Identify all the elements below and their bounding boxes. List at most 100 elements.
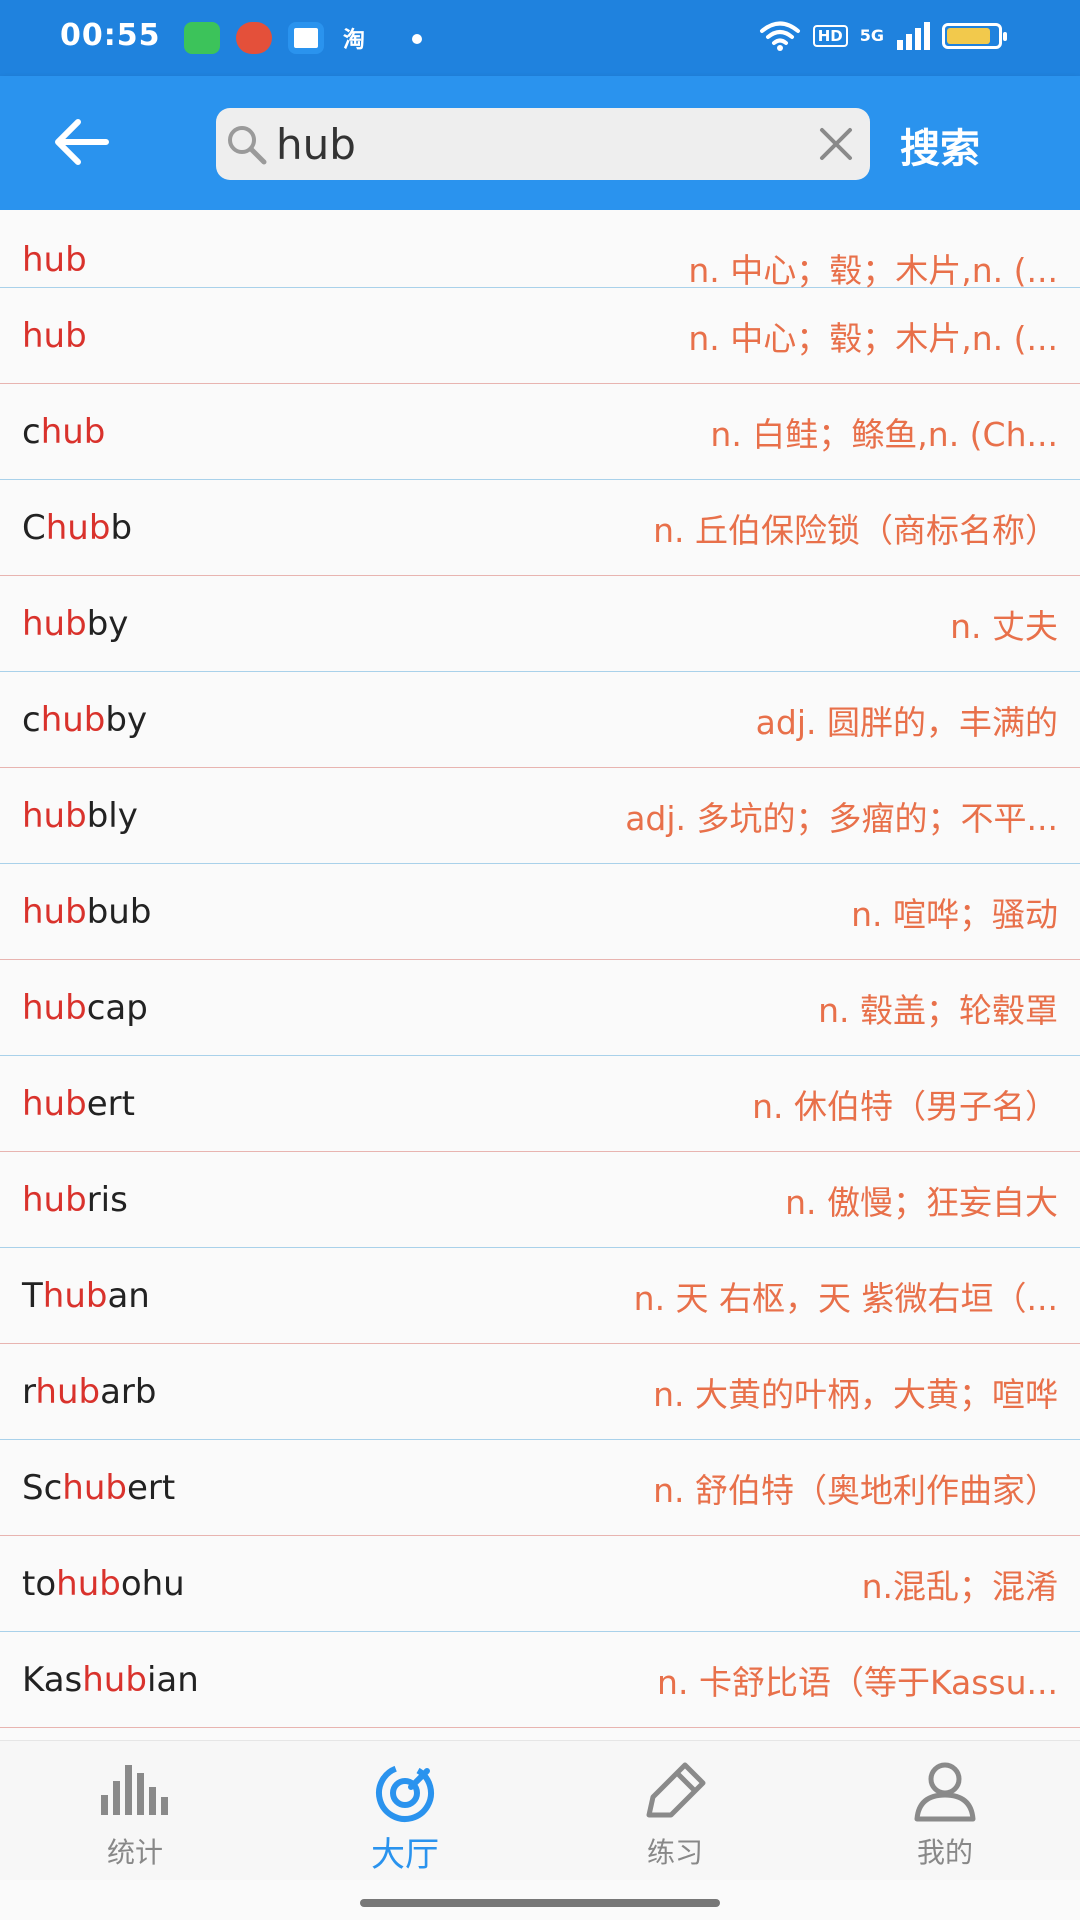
word-match-highlight: hub bbox=[82, 1659, 147, 1700]
result-row[interactable]: hubbly adj. 多坑的；多瘤的；不平... bbox=[0, 768, 1080, 864]
network-5g-label: 5G bbox=[859, 26, 884, 45]
word-suffix: b bbox=[110, 507, 133, 548]
word-match-highlight: hub bbox=[35, 1371, 101, 1412]
back-arrow-icon[interactable] bbox=[50, 116, 110, 168]
search-input[interactable] bbox=[276, 116, 776, 172]
result-meaning: n. 中心；毂；木片,n. (... bbox=[688, 318, 1058, 358]
search-app-bar: 搜索 bbox=[0, 76, 1080, 210]
nav-item-practice[interactable]: 练习 bbox=[540, 1741, 810, 1881]
result-meaning: n. 丘伯保险锁（商标名称） bbox=[653, 510, 1058, 550]
result-meaning: n. 喧哗；骚动 bbox=[851, 894, 1058, 934]
result-meaning: adj. 多坑的；多瘤的；不平... bbox=[625, 798, 1058, 838]
nav-item-stats[interactable]: 统计 bbox=[0, 1741, 270, 1881]
search-results-list[interactable]: hub n. 中心；毂；木片,n. (... hub n. 中心；毂；木片,n. (.… bbox=[0, 210, 1080, 1740]
result-meaning: n.混乱；混淆 bbox=[861, 1566, 1058, 1606]
word-match-highlight: hub bbox=[22, 240, 87, 280]
word-prefix: Sc bbox=[22, 1467, 63, 1508]
result-row[interactable]: Kashubian n. 卡舒比语（等于Kassu... bbox=[0, 1632, 1080, 1728]
word-suffix: ris bbox=[86, 1179, 128, 1220]
result-row[interactable]: hubris n. 傲慢；狂妄自大 bbox=[0, 1152, 1080, 1248]
result-row[interactable]: hub n. 中心；毂；木片,n. (... bbox=[0, 288, 1080, 384]
nav-label-practice: 练习 bbox=[646, 1836, 703, 1869]
nav-item-mine[interactable]: 我的 bbox=[810, 1741, 1080, 1881]
app-notification-icon-red bbox=[236, 22, 272, 54]
search-button[interactable]: 搜索 bbox=[900, 116, 980, 174]
word-suffix: ohu bbox=[120, 1563, 185, 1604]
word-suffix: by bbox=[86, 603, 129, 644]
word-prefix: r bbox=[22, 1371, 36, 1412]
result-meaning: n. 天 右枢，天 紫微右垣（... bbox=[633, 1278, 1058, 1318]
status-indicators: HD 5G bbox=[759, 20, 1007, 52]
clear-search-icon[interactable] bbox=[816, 124, 856, 164]
wifi-icon bbox=[759, 21, 800, 51]
word-suffix: bly bbox=[86, 795, 138, 836]
word-match-highlight: hub bbox=[22, 987, 87, 1028]
result-word: Kashubian bbox=[22, 1660, 199, 1700]
word-match-highlight: hub bbox=[22, 891, 87, 932]
result-row[interactable]: Thuban n. 天 右枢，天 紫微右垣（... bbox=[0, 1248, 1080, 1344]
gesture-navigation-bar[interactable] bbox=[360, 1899, 720, 1907]
result-word: Schubert bbox=[22, 1468, 175, 1508]
result-row[interactable]: chubby adj. 圆胖的，丰满的 bbox=[0, 672, 1080, 768]
result-word: hubby bbox=[22, 604, 128, 644]
result-row[interactable]: hubbub n. 喧哗；骚动 bbox=[0, 864, 1080, 960]
result-word: hubbly bbox=[22, 796, 138, 836]
status-bar: 00:55 淘 HD 5G bbox=[0, 0, 1080, 76]
word-match-highlight: hub bbox=[22, 603, 87, 644]
battery-level bbox=[947, 28, 990, 44]
nav-item-hall[interactable]: 大厅 bbox=[270, 1741, 540, 1881]
result-row[interactable]: rhubarb n. 大黄的叶柄，大黄；喧哗 bbox=[0, 1344, 1080, 1440]
result-word: Thuban bbox=[22, 1276, 150, 1316]
result-row[interactable]: hub n. 中心；毂；木片,n. (... bbox=[0, 210, 1080, 290]
search-box[interactable] bbox=[216, 108, 870, 180]
word-match-highlight: hub bbox=[42, 1275, 108, 1316]
result-row[interactable]: Chubb n. 丘伯保险锁（商标名称） bbox=[0, 480, 1080, 576]
result-meaning: n. 白鲑；鲦鱼,n. (Ch... bbox=[710, 414, 1058, 454]
status-time: 00:55 bbox=[60, 18, 161, 53]
word-prefix: c bbox=[22, 699, 41, 740]
nav-label-stats: 统计 bbox=[106, 1836, 163, 1869]
more-notifications-dot bbox=[412, 34, 422, 44]
word-prefix: to bbox=[22, 1563, 57, 1604]
result-word: hub bbox=[22, 316, 87, 356]
battery-icon bbox=[942, 23, 1007, 49]
word-match-highlight: hub bbox=[22, 795, 87, 836]
result-meaning: adj. 圆胖的，丰满的 bbox=[755, 702, 1058, 742]
word-suffix: ert bbox=[126, 1467, 176, 1508]
word-match-highlight: hub bbox=[62, 1467, 127, 1508]
nav-label-mine: 我的 bbox=[916, 1836, 973, 1869]
result-meaning: n. 傲慢；狂妄自大 bbox=[785, 1182, 1058, 1222]
word-prefix: T bbox=[22, 1275, 43, 1316]
word-suffix: arb bbox=[100, 1371, 157, 1412]
bottom-navigation: 统计 大厅 练习 我的 bbox=[0, 1740, 1080, 1880]
result-meaning: n. 毂盖；轮毂罩 bbox=[818, 990, 1058, 1030]
word-match-highlight: hub bbox=[22, 1179, 87, 1220]
signal-icon bbox=[897, 22, 930, 50]
result-row[interactable]: Schubert n. 舒伯特（奥地利作曲家） bbox=[0, 1440, 1080, 1536]
taobao-notification-icon: 淘 bbox=[343, 28, 366, 53]
word-suffix: by bbox=[105, 699, 148, 740]
result-word: chubby bbox=[22, 700, 147, 740]
result-row[interactable]: tohubohu n.混乱；混淆 bbox=[0, 1536, 1080, 1632]
app-notification-icon-blue bbox=[288, 22, 324, 54]
result-word: hubris bbox=[22, 1180, 128, 1220]
bar-chart-icon bbox=[101, 1765, 168, 1815]
app-notification-icon-green bbox=[184, 22, 220, 54]
word-match-highlight: hub bbox=[45, 507, 111, 548]
result-row[interactable]: hubby n. 丈夫 bbox=[0, 576, 1080, 672]
result-meaning: n. 大黄的叶柄，大黄；喧哗 bbox=[653, 1374, 1058, 1414]
result-word: hub bbox=[22, 240, 87, 280]
result-meaning: n. 中心；毂；木片,n. (... bbox=[688, 251, 1058, 290]
result-row[interactable]: hubert n. 休伯特（男子名） bbox=[0, 1056, 1080, 1152]
result-row[interactable]: hubcap n. 毂盖；轮毂罩 bbox=[0, 960, 1080, 1056]
word-suffix: ian bbox=[146, 1659, 199, 1700]
word-match-highlight: hub bbox=[40, 411, 106, 452]
hd-badge: HD bbox=[812, 25, 848, 47]
result-meaning: n. 丈夫 bbox=[950, 606, 1058, 646]
result-row[interactable]: chub n. 白鲑；鲦鱼,n. (Ch... bbox=[0, 384, 1080, 480]
user-profile-icon bbox=[914, 1762, 976, 1822]
word-suffix: cap bbox=[86, 987, 148, 1028]
result-meaning: n. 卡舒比语（等于Kassu... bbox=[657, 1662, 1058, 1702]
compass-dial-icon bbox=[376, 1764, 434, 1822]
word-suffix: bub bbox=[86, 891, 152, 932]
